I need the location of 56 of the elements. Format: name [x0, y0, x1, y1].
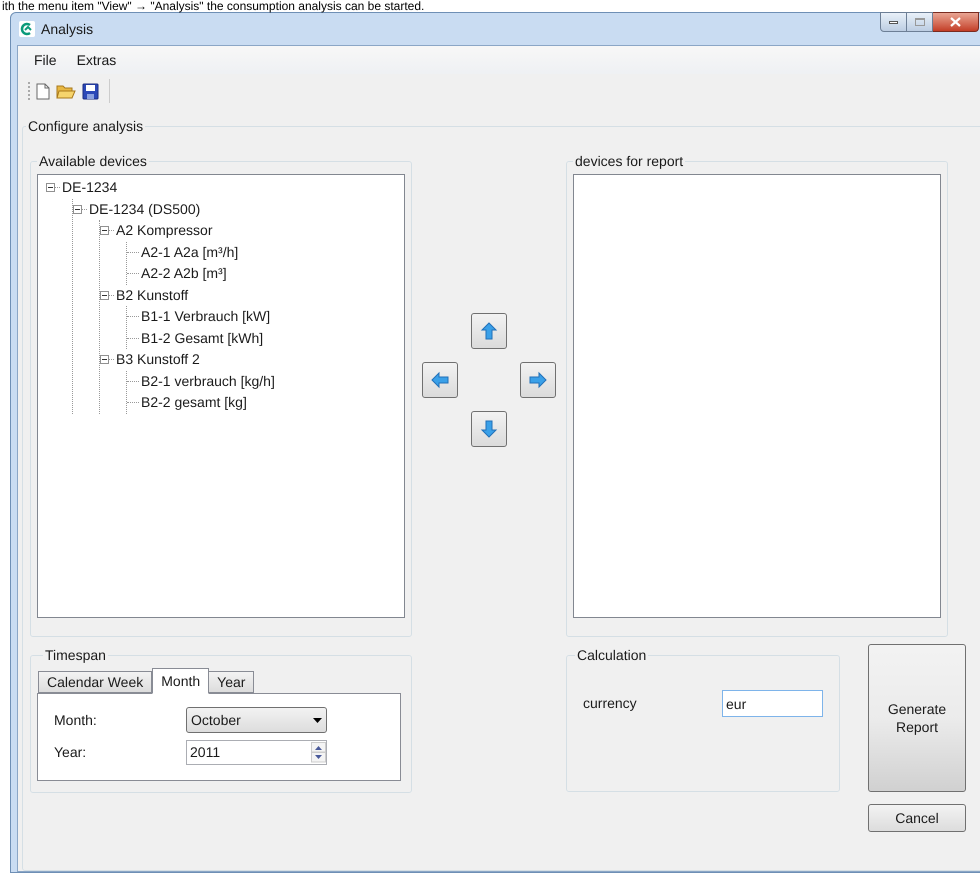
- menu-item[interactable]: File: [32, 50, 59, 70]
- group-title: Available devices: [38, 152, 148, 171]
- arrow-down-icon: [480, 420, 498, 438]
- tree-item[interactable]: B2-2 gesamt [kg]: [139, 392, 249, 414]
- year-spinner[interactable]: 2011: [186, 740, 327, 764]
- collapse-toggle-icon[interactable]: [100, 290, 109, 300]
- tree-item[interactable]: B3 Kunstoff 2: [114, 349, 202, 370]
- move-up-button[interactable]: [471, 313, 507, 349]
- arrow-right-icon: [529, 371, 547, 389]
- tree-item[interactable]: A2-2 A2b [m³]: [139, 263, 229, 284]
- group-title: devices for report: [574, 152, 684, 171]
- tree-item[interactable]: B1-1 Verbrauch [kW]: [139, 306, 272, 328]
- currency-field[interactable]: eur: [722, 690, 823, 717]
- cancel-button[interactable]: Cancel: [868, 804, 966, 832]
- spinner-arrows-icon[interactable]: [311, 742, 326, 762]
- generate-report-button[interactable]: Generate Report: [868, 644, 966, 792]
- move-down-button[interactable]: [471, 411, 507, 447]
- caption-text: ith the menu item "View" → "Analysis" the consumption analysis can be started.: [1, 0, 426, 12]
- tab[interactable]: Calendar Week: [38, 671, 152, 693]
- close-button[interactable]: [933, 12, 979, 32]
- month-dropdown[interactable]: October: [186, 707, 327, 733]
- close-icon: [950, 17, 961, 27]
- dropdown-caret-icon: [313, 718, 322, 722]
- app-logo-icon: [19, 21, 35, 37]
- collapse-toggle-icon[interactable]: [46, 183, 55, 192]
- new-document-icon[interactable]: [36, 82, 50, 100]
- tab[interactable]: Month: [152, 668, 210, 694]
- window-title: Analysis: [41, 20, 94, 39]
- tree-item[interactable]: DE-1234: [60, 177, 120, 198]
- field-label: Year:: [54, 742, 88, 762]
- tree-item[interactable]: B2-1 verbrauch [kg/h]: [139, 370, 277, 392]
- tree-item[interactable]: B1-2 Gesamt [kWh]: [139, 328, 266, 349]
- field-label: currency: [583, 694, 638, 713]
- maximize-button[interactable]: [907, 12, 933, 32]
- move-right-button[interactable]: [520, 362, 556, 398]
- open-folder-icon[interactable]: [56, 82, 76, 100]
- tree-item[interactable]: B2 Kunstoff: [114, 284, 190, 306]
- collapse-toggle-icon[interactable]: [100, 226, 109, 236]
- minimize-icon: [889, 20, 898, 24]
- move-left-button[interactable]: [422, 362, 458, 398]
- arrow-up-icon: [480, 322, 498, 340]
- tree-item[interactable]: A2-1 A2a [m³/h]: [139, 242, 240, 263]
- minimize-button[interactable]: [880, 12, 907, 32]
- menu-item[interactable]: Extras: [74, 50, 118, 70]
- collapse-toggle-icon[interactable]: [100, 355, 109, 364]
- group-title: Timespan: [44, 646, 107, 665]
- field-label: Month:: [54, 710, 98, 730]
- group-title: Calculation: [576, 646, 648, 665]
- tree-item[interactable]: A2 Kompressor: [114, 220, 214, 242]
- group-title: Configure analysis: [27, 117, 144, 136]
- collapse-toggle-icon[interactable]: [73, 204, 82, 214]
- device-tree[interactable]: DE-1234 DE-1234 (DS500) A2 Kompressor A2-1 A2a [m³/h] A2-2 A2b [m³] B2 Kunstoff B1-1 Verbrauch [kW] B1-2 Gesamt [kWh] B3 Kunstoff 2 B2-1 verbrauch [kg/h] B2-2 gesamt [kg]: [37, 174, 405, 618]
- tree-item[interactable]: DE-1234 (DS500): [87, 198, 202, 220]
- arrow-left-icon: [431, 371, 449, 389]
- maximize-icon: [914, 18, 924, 26]
- tab[interactable]: Year: [208, 671, 254, 693]
